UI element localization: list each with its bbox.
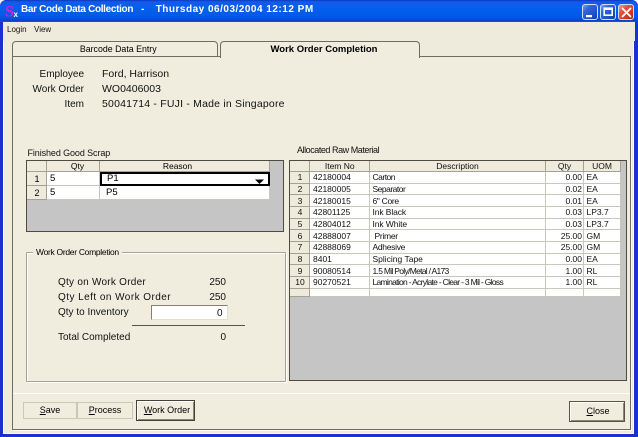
svg-text:x: x — [14, 10, 19, 19]
